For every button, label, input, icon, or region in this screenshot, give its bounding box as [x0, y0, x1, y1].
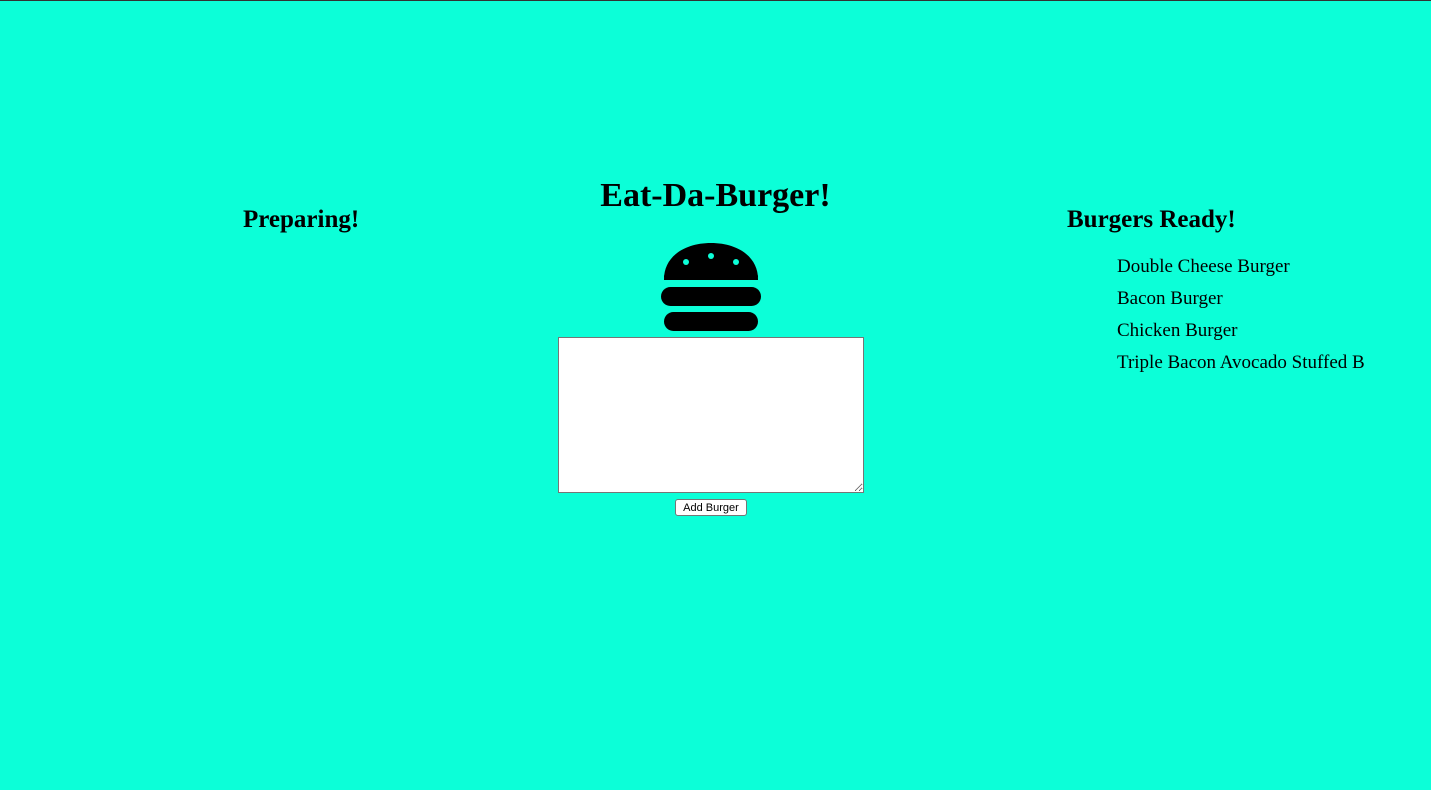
burger-icon — [661, 243, 761, 331]
ready-burger-item[interactable]: Chicken Burger — [1117, 315, 1431, 347]
ready-burger-item[interactable]: Triple Bacon Avocado Stuffed B — [1117, 347, 1431, 379]
add-burger-button[interactable]: Add Burger — [675, 499, 747, 516]
preparing-heading: Preparing! — [243, 206, 360, 233]
ready-burger-item[interactable]: Bacon Burger — [1117, 283, 1431, 315]
burgers-ready-heading: Burgers Ready! — [1067, 206, 1236, 233]
ready-burger-item[interactable]: Double Cheese Burger — [1117, 251, 1431, 283]
burger-name-input[interactable] — [558, 337, 864, 493]
burgers-ready-list: Double Cheese Burger Bacon Burger Chicke… — [1077, 251, 1431, 379]
